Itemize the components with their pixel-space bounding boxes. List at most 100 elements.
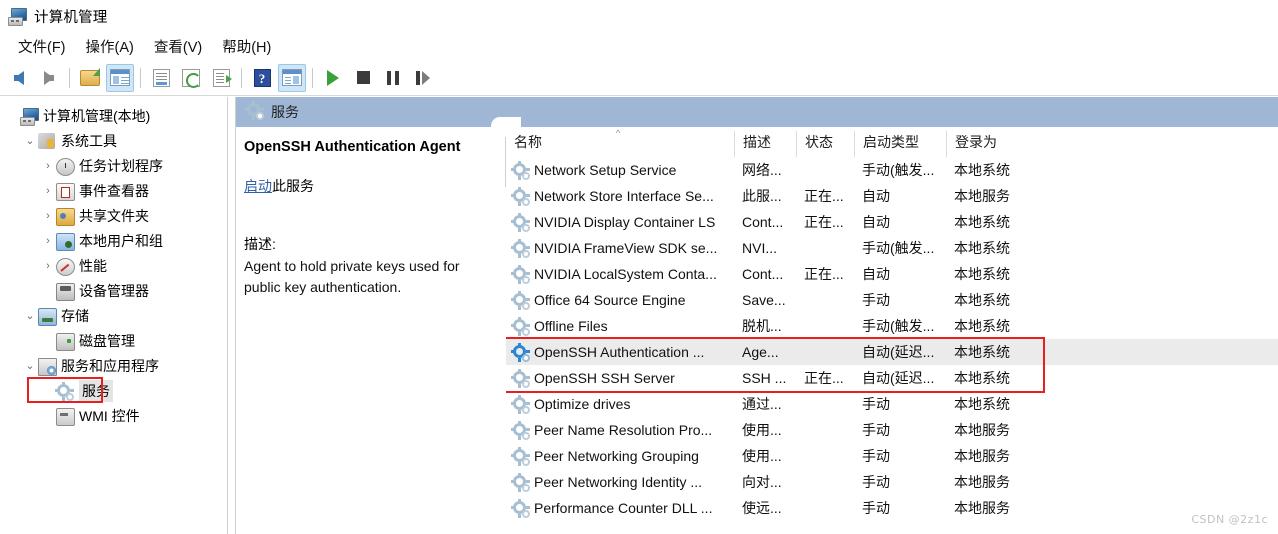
chevron-down-icon[interactable]: ⌄ [22,134,38,147]
cell-description: 此服... [742,188,782,204]
main-body: 计算机管理(本地) ⌄ 系统工具 › 任务计划程序 › 事件查看器 › 共享文件夹 › 本地用户和组… [0,97,1278,534]
chevron-down-icon[interactable]: ⌄ [22,359,38,372]
chevron-right-icon[interactable]: › [40,185,56,197]
start-service-link[interactable]: 启动 [244,178,272,194]
cell-log_on_as: 本地服务 [954,474,1010,490]
cell-name: OpenSSH Authentication ... [506,339,734,365]
menu-file[interactable]: 文件(F) [8,34,76,59]
column-header-startup_type[interactable]: 启动类型 [854,131,946,157]
tree-item-2[interactable]: › 任务计划程序 [0,153,227,178]
column-header-name[interactable]: 名称 ^ [506,128,734,157]
cell-startup_type: 自动 [862,188,890,204]
chevron-right-icon[interactable]: › [40,210,56,222]
table-row[interactable]: Network Store Interface Se... 此服... 正在... 自… [506,183,1278,209]
properties-icon[interactable] [147,64,175,92]
service-name-label: OpenSSH SSH Server [534,370,675,386]
table-row[interactable]: Peer Name Resolution Pro... 使用... 手动 本地服务 [506,417,1278,443]
table-row[interactable]: Network Setup Service 网络... 手动(触发... 本地系统 [506,157,1278,183]
table-row[interactable]: OpenSSH Authentication ... Age... 自动(延迟...… [506,339,1278,365]
cell-log_on_as: 本地系统 [954,318,1010,334]
toolbar: ? [0,60,1278,96]
table-row[interactable]: Office 64 Source Engine Save... 手动 本地系统 [506,287,1278,313]
tree-item-9[interactable]: 磁盘管理 [0,328,227,353]
cell-name: Office 64 Source Engine [506,287,734,313]
services-list-pane[interactable]: 名称 ^ 描述 状态 启动类型 登录为 Network Setup Service 网络..… [506,127,1278,534]
cell-startup_type: 手动 [862,396,890,412]
cell-log_on_as: 本地系统 [954,214,1010,230]
tree-item-4[interactable]: › 共享文件夹 [0,203,227,228]
tree-item-label: 系统工具 [61,132,117,149]
table-row[interactable]: OpenSSH SSH Server SSH ... 正在... 自动(延迟... 本地… [506,365,1278,391]
cell-log_on_as: 本地系统 [954,240,1010,256]
tree-item-6[interactable]: › 性能 [0,253,227,278]
column-header-log_on_as[interactable]: 登录为 [946,131,1024,157]
tree-item-11[interactable]: 服务 [0,378,227,403]
service-name-label: Performance Counter DLL ... [534,500,713,516]
cell-name: Peer Networking Identity ... [506,469,734,495]
pause-service-icon[interactable] [379,64,407,92]
cell-startup_type: 手动 [862,292,890,308]
cell-description: 脱机... [742,318,782,334]
pane-splitter[interactable] [228,97,236,534]
service-name-label: NVIDIA FrameView SDK se... [534,240,718,256]
table-row[interactable]: Peer Networking Grouping 使用... 手动 本地服务 [506,443,1278,469]
menu-help[interactable]: 帮助(H) [212,34,281,59]
tree-item-label: 任务计划程序 [79,157,163,174]
cell-status [796,157,854,183]
chevron-right-icon[interactable]: › [40,260,56,272]
cell-name: Performance Counter DLL ... [506,495,734,521]
column-header-status[interactable]: 状态 [796,131,854,157]
tree-item-5[interactable]: › 本地用户和组 [0,228,227,253]
services-list[interactable]: Network Setup Service 网络... 手动(触发... 本地系统 Ne… [506,157,1278,521]
cell-status: 正在... [804,370,844,386]
services-applications-icon [38,357,57,376]
show-hide-action-pane-icon[interactable] [278,63,306,92]
services-header-bar: 服务 [236,97,1278,129]
refresh-icon[interactable] [177,64,205,92]
service-gear-icon [511,212,530,232]
chevron-right-icon[interactable]: › [40,160,56,172]
table-row[interactable]: Performance Counter DLL ... 使远... 手动 本地服务 [506,495,1278,521]
menu-view[interactable]: 查看(V) [144,34,212,59]
service-name-label: Network Setup Service [534,162,677,178]
start-service-icon[interactable] [319,64,347,92]
service-action-line: 启动此服务 [244,176,492,196]
console-tree[interactable]: 计算机管理(本地) ⌄ 系统工具 › 任务计划程序 › 事件查看器 › 共享文件夹 › 本地用户和组… [0,97,228,534]
stop-service-icon[interactable] [349,64,377,92]
cell-startup_type: 自动(延迟... [862,370,935,386]
menu-action[interactable]: 操作(A) [76,34,144,59]
table-row[interactable]: Offline Files 脱机... 手动(触发... 本地系统 [506,313,1278,339]
tree-item-10[interactable]: ⌄ 服务和应用程序 [0,353,227,378]
service-detail-pane: OpenSSH Authentication Agent 启动此服务 描述: A… [236,127,506,534]
column-header-description[interactable]: 描述 [734,131,796,157]
service-gear-icon [511,394,530,414]
back-arrow-icon[interactable] [5,64,33,92]
cell-name: Offline Files [506,313,734,339]
chevron-right-icon[interactable]: › [40,235,56,247]
tree-item-3[interactable]: › 事件查看器 [0,178,227,203]
service-gear-icon [511,264,530,284]
tree-item-7[interactable]: 设备管理器 [0,278,227,303]
export-list-icon[interactable] [207,64,235,92]
table-row[interactable]: Optimize drives 通过... 手动 本地系统 [506,391,1278,417]
task-scheduler-icon [56,157,75,176]
tree-item-12[interactable]: WMI 控件 [0,403,227,428]
table-row[interactable]: NVIDIA FrameView SDK se... NVI... 手动(触发...… [506,235,1278,261]
table-row[interactable]: NVIDIA Display Container LS Cont... 正在... 自… [506,209,1278,235]
chevron-down-icon[interactable]: ⌄ [22,309,38,322]
tree-item-0[interactable]: 计算机管理(本地) [0,103,227,128]
forward-arrow-icon[interactable] [35,64,63,92]
restart-service-icon[interactable] [409,64,437,92]
tree-item-label: 共享文件夹 [79,207,149,224]
tree-item-8[interactable]: ⌄ 存储 [0,303,227,328]
service-gear-icon [511,472,530,492]
cell-startup_type: 自动(延迟... [862,344,935,360]
service-name-label: NVIDIA Display Container LS [534,214,716,230]
show-hide-console-tree-icon[interactable] [106,63,134,92]
table-row[interactable]: Peer Networking Identity ... 向对... 手动 本地服务 [506,469,1278,495]
tree-item-1[interactable]: ⌄ 系统工具 [0,128,227,153]
up-folder-icon[interactable] [76,64,104,92]
table-row[interactable]: NVIDIA LocalSystem Conta... Cont... 正在... 自… [506,261,1278,287]
cell-log_on_as: 本地服务 [954,188,1010,204]
help-icon[interactable]: ? [248,64,276,92]
